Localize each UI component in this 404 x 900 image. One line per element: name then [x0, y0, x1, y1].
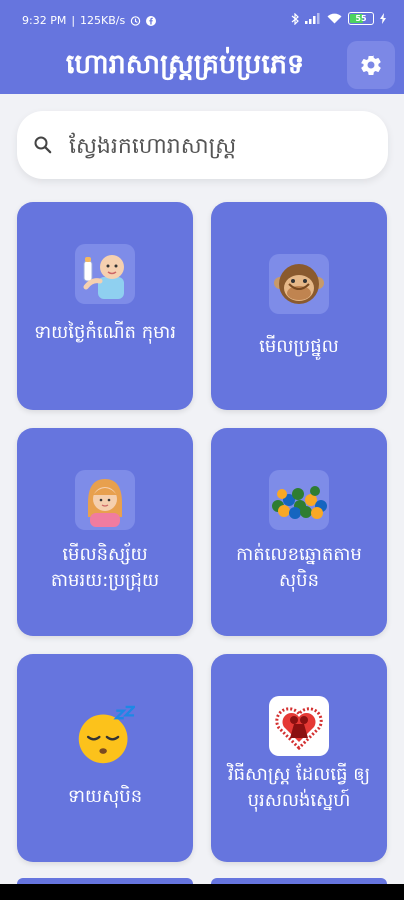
status-bar: 9:32 PM | 125KB/s 55: [0, 0, 404, 40]
page-title: ហោរាសាស្រ្តគ្រប់ប្រភេទ: [65, 49, 305, 80]
search-input[interactable]: [67, 123, 371, 169]
heart-couple-icon: [269, 696, 329, 756]
bluetooth-icon: [291, 12, 299, 25]
signal-icon: [305, 13, 320, 24]
card-lottery-dream[interactable]: កាត់លេខឆ្នោតតាម សុបិន: [211, 428, 387, 636]
card-dream-reading[interactable]: ទាយសុបិន: [17, 654, 193, 862]
battery-level: 55: [355, 14, 367, 23]
card-label: ទាយសុបិន: [67, 786, 143, 807]
card-label: មើលនិស្ស័យ តាមរយ:ប្រជ្រុយ: [50, 544, 160, 591]
charging-icon: [380, 13, 386, 24]
alarm-icon: [131, 16, 141, 26]
gear-icon: [361, 55, 381, 76]
monkey-icon: [269, 254, 329, 314]
wifi-icon: [327, 13, 342, 24]
search-box[interactable]: [17, 111, 388, 179]
card-label: កាត់លេខឆ្នោតតាម សុបិន: [236, 544, 362, 591]
card-mole-reading[interactable]: មើលនិស្ស័យ តាមរយ:ប្រជ្រុយ: [17, 428, 193, 636]
card-love-method[interactable]: វិធីសាស្រ្ត ដែលធ្វើ ឲ្យបុរសលង់ស្នេហ៍: [211, 654, 387, 862]
navigation-bar: [0, 884, 404, 900]
lottery-balls-icon: [269, 470, 329, 530]
card-label: ទាយថ្ងៃកំណើត កុមារ: [34, 322, 176, 343]
facebook-icon: [146, 15, 157, 26]
status-time: 9:32 PM: [22, 14, 67, 27]
baby-icon: [75, 244, 135, 304]
card-label: វិធីសាស្រ្ត ដែលធ្វើ ឲ្យបុរសលង់ស្នេហ៍: [227, 764, 371, 811]
woman-icon: [75, 470, 135, 530]
sleeping-face-icon: [75, 705, 135, 766]
card-child-birthday[interactable]: ទាយថ្ងៃកំណើត កុមារ: [17, 202, 193, 410]
card-omen[interactable]: មើលប្រផ្នូល: [211, 202, 387, 410]
app-header: 9:32 PM | 125KB/s 55 ហោរាសាស្រ្តគ្រប់ប្រ…: [0, 0, 404, 94]
settings-button[interactable]: [347, 41, 395, 89]
network-speed: 125KB/s: [80, 14, 126, 27]
search-icon: [34, 136, 52, 154]
card-label: មើលប្រផ្នូល: [259, 336, 339, 357]
battery-icon: 55: [348, 12, 374, 25]
